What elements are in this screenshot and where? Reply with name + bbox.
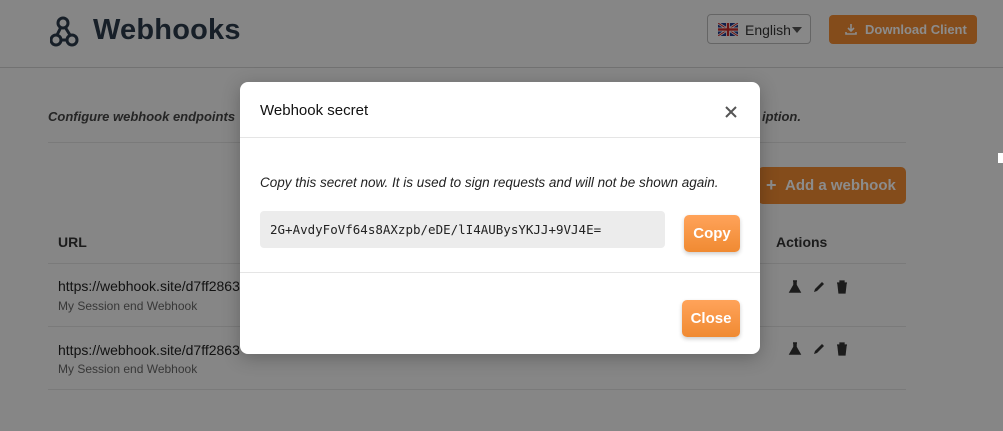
dialog-footer-divider xyxy=(240,272,760,273)
copy-button[interactable]: Copy xyxy=(684,215,740,252)
close-button[interactable]: Close xyxy=(682,300,740,337)
dialog-header-divider xyxy=(240,137,760,138)
close-icon[interactable] xyxy=(723,104,739,120)
secret-field[interactable] xyxy=(260,211,665,248)
dialog-title: Webhook secret xyxy=(260,102,369,119)
dialog-message: Copy this secret now. It is used to sign… xyxy=(260,175,719,190)
scrollbar-edge xyxy=(998,153,1003,163)
webhook-secret-dialog: Webhook secret Copy this secret now. It … xyxy=(240,82,760,354)
